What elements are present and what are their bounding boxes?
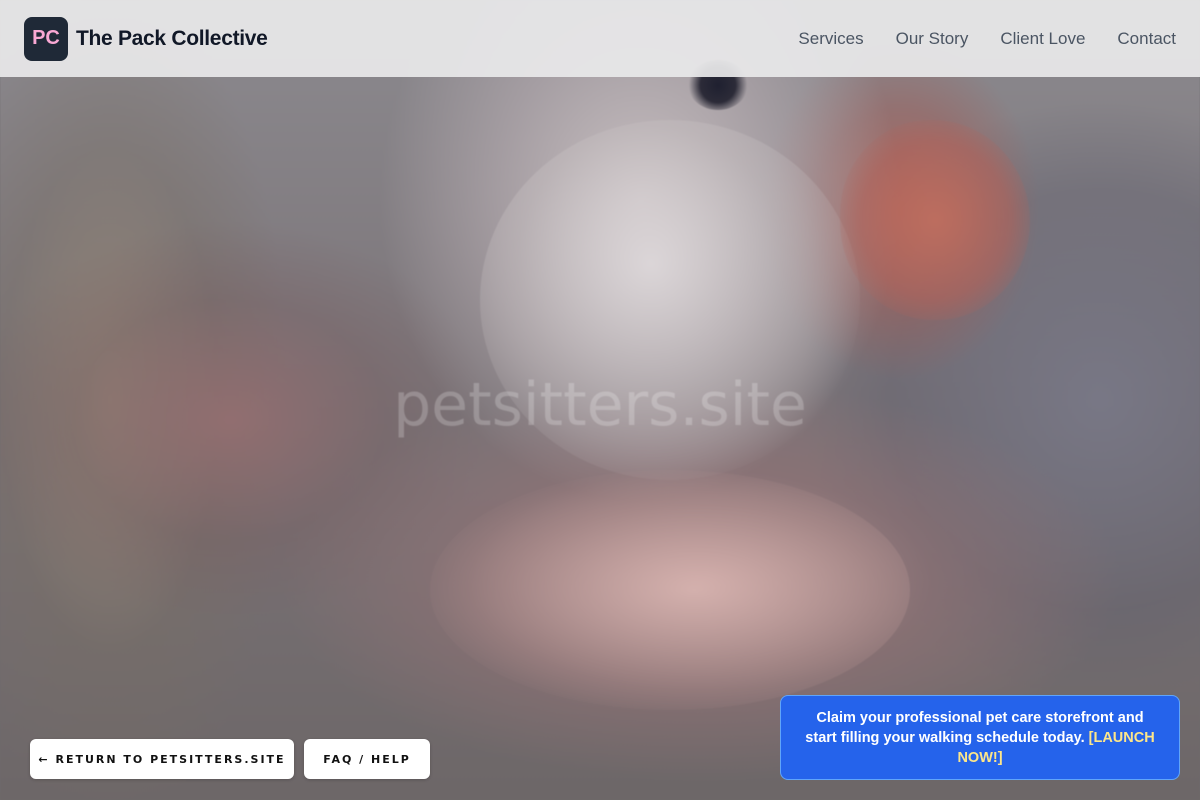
nav-link-client-love[interactable]: Client Love [1000, 29, 1085, 49]
brand-name[interactable]: The Pack Collective [76, 27, 268, 51]
cta-content: Claim your professional pet care storefr… [805, 708, 1155, 768]
nav-link-our-story[interactable]: Our Story [896, 29, 969, 49]
logo-initials: PC [32, 27, 60, 49]
cta-banner[interactable]: Claim your professional pet care storefr… [780, 695, 1180, 780]
return-to-site-button[interactable]: ← RETURN TO PETSITTERS.SITE [30, 739, 294, 779]
nav-link-contact[interactable]: Contact [1117, 29, 1176, 49]
nav-link-services[interactable]: Services [798, 29, 863, 49]
logo-badge[interactable]: PC [24, 16, 68, 61]
main-nav: Services Our Story Client Love Contact [798, 29, 1176, 49]
faq-help-button[interactable]: FAQ / HELP [304, 739, 430, 779]
finger [430, 470, 910, 710]
hero-background-image: petsitters.site [0, 0, 1200, 800]
watermark-text: petsitters.site [393, 370, 807, 440]
thumb-tip [840, 120, 1030, 320]
site-header: PC The Pack Collective Services Our Stor… [0, 0, 1200, 77]
